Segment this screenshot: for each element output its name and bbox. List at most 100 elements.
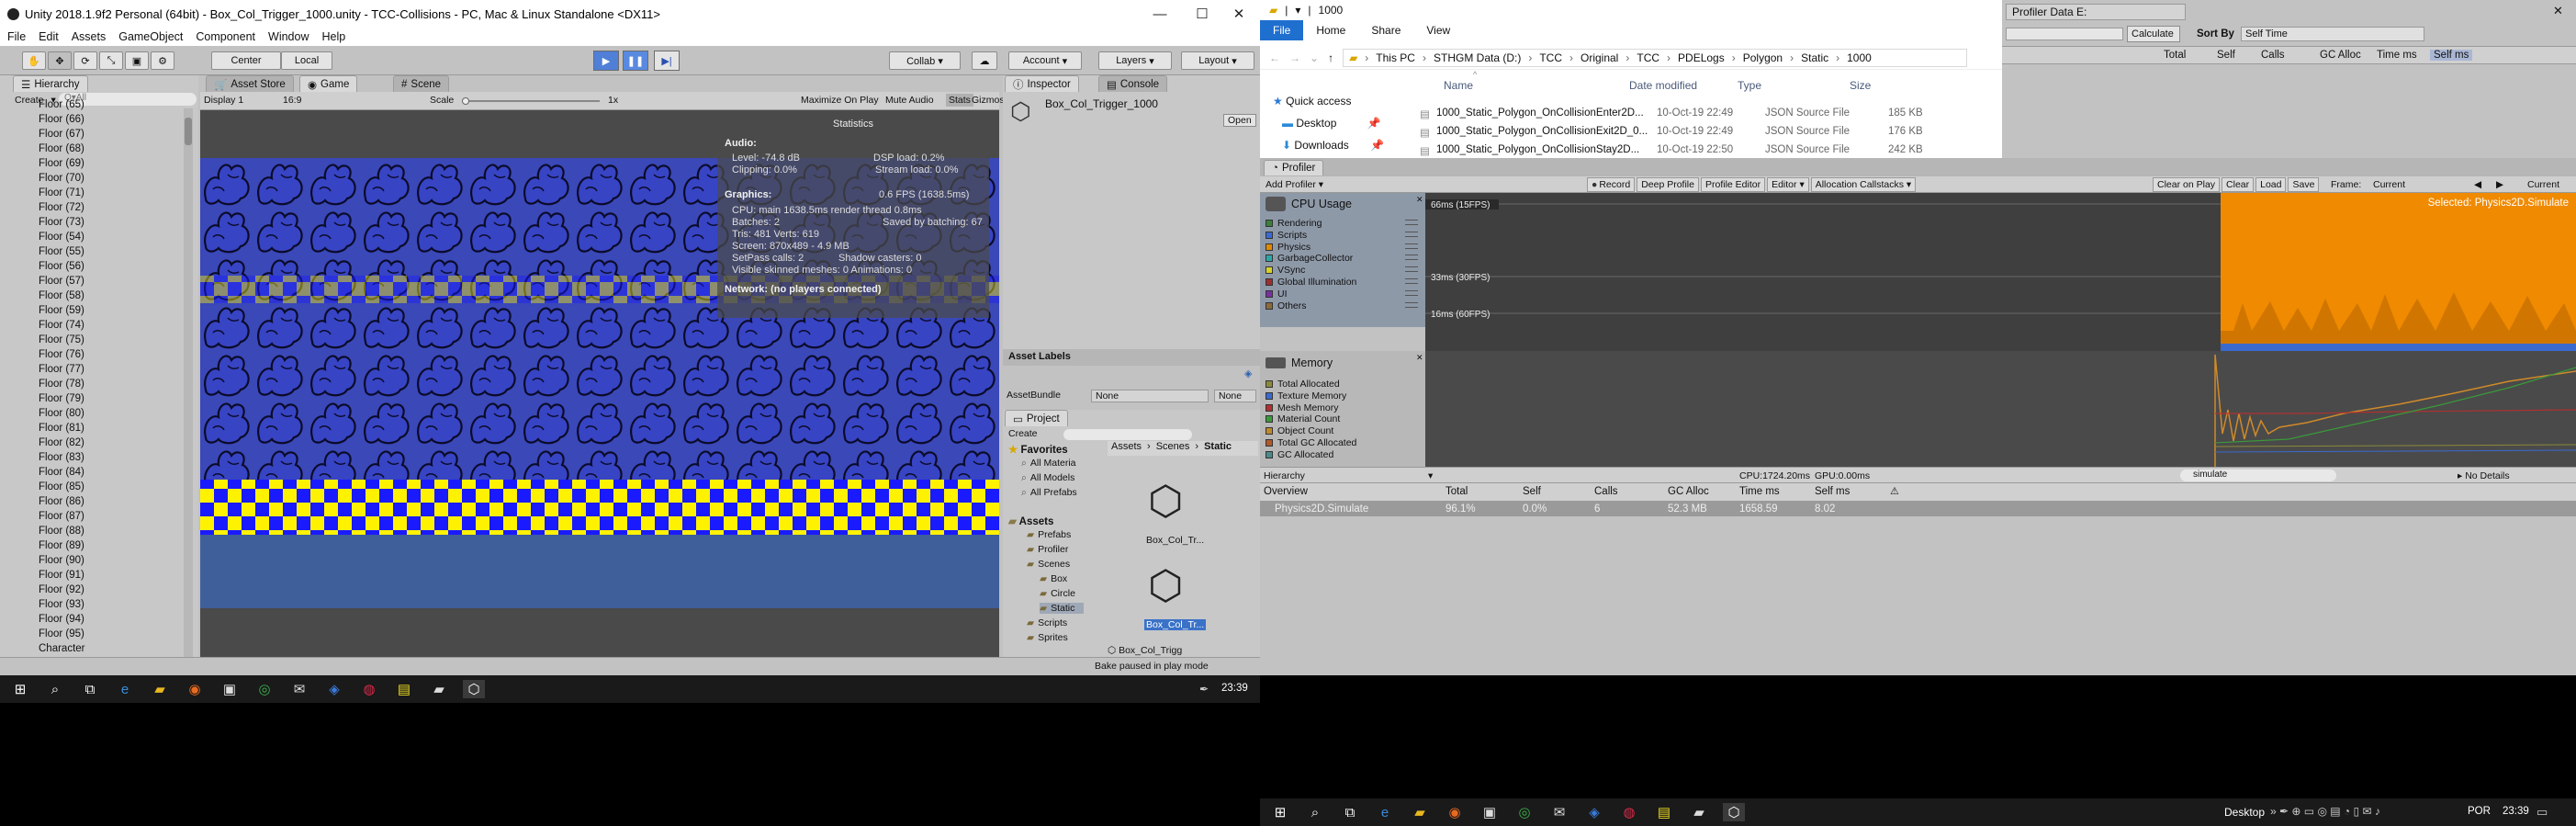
hierarchy-item[interactable]: Floor (77) [39,362,84,377]
column-self[interactable]: Self [1523,486,1541,497]
profiler-toolbar-button[interactable]: Allocation Callstacks ▾ [1810,177,1917,192]
app-icon[interactable]: ◍ [1618,803,1640,821]
close-module-icon[interactable]: ✕ [1416,353,1423,363]
hierarchy-item[interactable]: Floor (56) [39,259,84,274]
details-dropdown[interactable]: ▸ No Details [2458,470,2510,481]
asset-variant-dropdown[interactable]: None [1214,390,1256,402]
path-segment[interactable]: This PC [1376,51,1415,64]
hierarchy-item[interactable]: Floor (68) [39,141,84,156]
cpu-legend-item[interactable]: UI [1266,289,1418,300]
path-segment[interactable]: PDELogs [1678,51,1725,64]
menu-edit[interactable]: Edit [39,30,59,43]
gizmos-dropdown[interactable]: Gizmos [972,95,1005,106]
scale-slider[interactable] [462,97,600,105]
chrome-icon[interactable]: ◎ [1513,803,1535,821]
file-row[interactable]: ▤ 1000_Static_Polygon_OnCollisionEnter2D.… [1420,107,1989,123]
column-size[interactable]: Size [1850,79,1871,92]
hierarchy-item[interactable]: Floor (54) [39,230,84,244]
asset-folder-box[interactable]: ▰ Box [1040,573,1067,584]
mail-icon[interactable]: ✉ [1548,803,1570,821]
folder-icon[interactable]: ▰ [428,680,450,698]
path-segment[interactable]: TCC [1637,51,1659,64]
inspector-open-button[interactable]: Open [1223,114,1256,127]
hierarchy-item[interactable]: Floor (69) [39,156,84,171]
hierarchy-item[interactable]: Floor (78) [39,377,84,391]
hierarchy-item[interactable]: Floor (91) [39,568,84,583]
scene-file-name[interactable]: Box_Col_Tr... [1146,535,1204,546]
desktop-toolbar[interactable]: Desktop [2224,806,2265,819]
path-segment[interactable]: Static [1801,51,1828,64]
cpu-legend-item[interactable]: Global Illumination [1266,277,1418,288]
up-icon[interactable]: ↑ [1328,51,1333,64]
edge-icon[interactable]: e [1374,803,1396,821]
drag-handle-icon[interactable] [1405,266,1418,273]
view-mode-dropdown[interactable]: Hierarchy ▾ [1264,470,1447,481]
task-view-icon[interactable]: ⧉ [1339,803,1361,821]
profiler-action-button[interactable]: Clear on Play [2153,177,2221,192]
asset-folder-sprites[interactable]: ▰ Sprites [1027,632,1068,643]
drag-handle-icon[interactable] [1405,278,1418,284]
drag-handle-icon[interactable] [1405,231,1418,237]
hierarchy-item[interactable]: Floor (95) [39,627,84,641]
hierarchy-item[interactable]: Floor (66) [39,112,84,127]
pen-icon[interactable]: ✒ [1199,683,1209,696]
file-row[interactable]: ▤ 1000_Static_Polygon_OnCollisionStay2D..… [1420,143,1989,160]
pivot-local-button[interactable]: Local [281,51,332,70]
windows-start-icon[interactable]: ⊞ [9,680,31,698]
profiler-toolbar-button[interactable]: Profile Editor [1700,177,1766,192]
menu-help[interactable]: Help [321,30,345,43]
cpu-legend-item[interactable]: Physics [1266,242,1418,253]
hierarchy-item[interactable]: Floor (86) [39,494,84,509]
add-profiler-dropdown[interactable]: Add Profiler ▾ [1266,179,1323,190]
profiler-toolbar-button[interactable]: Deep Profile [1637,177,1699,192]
hierarchy-item[interactable]: Floor (71) [39,186,84,200]
column-self[interactable]: Self [2217,50,2235,61]
drag-handle-icon[interactable] [1405,255,1418,261]
task-view-icon[interactable]: ⧉ [79,680,101,698]
clock[interactable]: 23:39 [2503,806,2529,817]
hierarchy-item[interactable]: Floor (89) [39,538,84,553]
windows-start-icon[interactable]: ⊞ [1269,803,1291,821]
pause-icon[interactable]: ❚❚ [623,51,648,71]
memory-legend-item[interactable]: Mesh Memory [1266,402,1339,413]
sticky-notes-icon[interactable]: ▤ [1653,803,1675,821]
profiler-action-button[interactable]: Save [2288,177,2320,192]
hierarchy-item[interactable]: Floor (75) [39,333,84,347]
profiler-data-dropdown[interactable] [2006,28,2123,40]
mail-icon[interactable]: ✉ [288,680,310,698]
transform-tool-icon[interactable]: ⚙ [151,51,174,70]
menu-file[interactable]: File [7,30,26,43]
collab-button[interactable]: Collab ▾ [889,51,961,70]
tab-game[interactable]: ◉ Game [299,75,358,92]
edge-icon[interactable]: e [114,680,136,698]
column-gc-alloc[interactable]: GC Alloc [2320,50,2361,61]
column-calls[interactable]: Calls [2261,50,2285,61]
hierarchy-item[interactable]: Floor (94) [39,612,84,627]
tab-project[interactable]: ▭ Project [1005,410,1068,426]
hierarchy-item[interactable]: Floor (55) [39,244,84,259]
hierarchy-item[interactable]: Floor (90) [39,553,84,568]
search-icon[interactable]: ⌕ [44,680,66,698]
asset-folder-scripts[interactable]: ▰ Scripts [1027,617,1067,628]
assets-heading[interactable]: ▰ Assets [1008,515,1053,527]
favorite-item[interactable]: ⌕ All Materia [1021,458,1076,470]
notification-icon[interactable]: ▭ [2537,805,2548,820]
menu-assets[interactable]: Assets [72,30,107,43]
drag-handle-icon[interactable] [1405,301,1418,308]
hierarchy-item[interactable]: Floor (82) [39,436,84,450]
close-icon[interactable]: ✕ [2553,4,2563,18]
column-time-ms[interactable]: Time ms [2377,50,2417,61]
close-icon[interactable]: ✕ [1218,0,1260,28]
prev-frame-icon[interactable]: ◀ [2474,179,2481,190]
calculate-button[interactable]: Calculate [2127,26,2180,42]
cpu-legend-item[interactable]: Scripts [1266,230,1418,241]
column-overview[interactable]: Overview [1264,486,1308,497]
asset-folder-profiler[interactable]: ▰ Profiler [1027,544,1068,555]
app-icon[interactable]: ◈ [323,680,345,698]
folder-icon[interactable]: ▰ [1688,803,1710,821]
store-icon[interactable]: ▣ [219,680,241,698]
drag-handle-icon[interactable] [1405,289,1418,296]
project-search-input[interactable] [1063,429,1192,440]
app-icon[interactable]: ◈ [1583,803,1605,821]
profiler-toolbar-button[interactable]: ● Record [1587,177,1636,192]
